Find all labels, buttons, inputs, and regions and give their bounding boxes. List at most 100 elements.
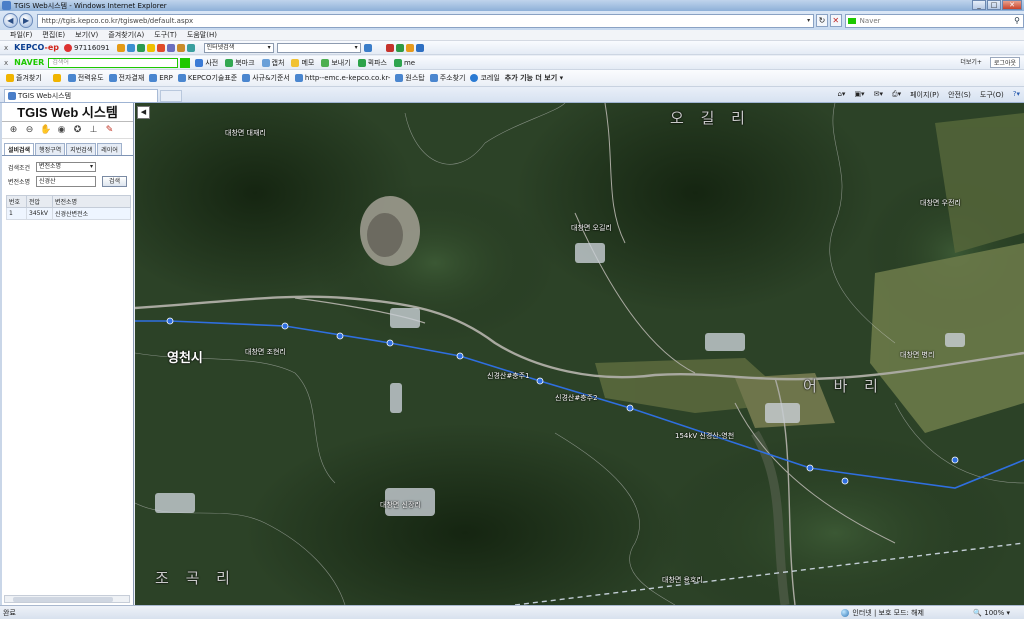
pan-hand-icon[interactable]: ✋ [40, 125, 51, 136]
toolbar-icons-group[interactable] [116, 43, 197, 52]
tools-menu[interactable]: 도구(O) [980, 90, 1004, 100]
label-yongri: 대창면 용호리 [662, 576, 703, 584]
mail-icon[interactable] [176, 43, 185, 52]
close-toolbar-icon[interactable]: x [4, 44, 8, 52]
search-icon[interactable]: ⚲ [1014, 16, 1020, 25]
phone-item[interactable]: 97116091 [64, 43, 110, 52]
naver-search-input[interactable]: 검색어 [48, 57, 179, 68]
new-tab-button[interactable] [160, 90, 182, 102]
search-button[interactable]: 검색 [102, 176, 127, 187]
back-button[interactable]: ◀ [3, 13, 18, 28]
internet-search-select[interactable]: 인터넷검색 [203, 42, 274, 53]
menu-tools[interactable]: 도구(T) [154, 30, 177, 40]
stop-icon[interactable]: ✕ [829, 14, 842, 27]
chevron-down-icon[interactable]: ▾ [807, 17, 810, 24]
tab-layer[interactable]: 레이어 [97, 143, 122, 155]
app-icon-orange[interactable] [405, 43, 414, 52]
identify-icon[interactable]: ✪ [72, 125, 83, 136]
web-search-input[interactable]: Naver ⚲ [844, 13, 1024, 28]
tab-admin-area[interactable]: 행정구역 [35, 143, 66, 155]
fav-more-addons[interactable]: 추가 기능 더 보기 ▾ [505, 73, 563, 83]
fav-item-4[interactable]: 사규&기준서 [242, 73, 290, 83]
col-substation: 변전소명 [52, 195, 131, 208]
tab-lot-search[interactable]: 지번검색 [66, 143, 97, 155]
safety-menu[interactable]: 안전(S) [948, 90, 971, 100]
print-cmd-icon[interactable]: ⎙▾ [892, 90, 901, 100]
internet-zone-icon [841, 608, 850, 617]
maximize-button[interactable]: □ [987, 0, 1001, 10]
cell-voltage: 345kV [26, 207, 53, 220]
address-bar[interactable]: http://tgis.kepco.co.kr/tgisweb/default.… [37, 13, 815, 28]
magnifier-icon[interactable] [363, 43, 372, 52]
more-link[interactable]: 더보기+ [960, 57, 982, 68]
toolbar-icons-right[interactable] [363, 43, 426, 52]
full-extent-icon[interactable]: ◉ [56, 125, 67, 136]
plus-icon[interactable] [116, 43, 125, 52]
mail-cmd-icon[interactable]: ✉▾ [874, 90, 883, 100]
address-url: http://tgis.kepco.co.kr/tgisweb/default.… [41, 16, 194, 25]
naver-send[interactable]: 보내기 [321, 58, 351, 68]
feeds-cmd-icon[interactable]: ▣▾ [854, 90, 864, 100]
naver-search-button[interactable] [180, 57, 191, 68]
kepco-logo[interactable]: KEPCO-ep [14, 43, 59, 52]
satellite-map[interactable]: ◀ 대창면 대재리 오 길 리 대창면 오길리 대창면 우전리 영천시 대창면 … [135, 103, 1024, 605]
close-naver-toolbar-icon[interactable]: x [4, 59, 8, 67]
refresh-icon[interactable]: ↻ [816, 14, 828, 27]
zoom-out-icon[interactable]: ⊖ [24, 125, 35, 136]
fav-item-5[interactable]: http--emc.e-kepco.co.kr- [294, 74, 390, 82]
home-cmd-icon[interactable]: ⌂▾ [837, 90, 845, 100]
naver-bookmark[interactable]: 북마크 [225, 58, 255, 68]
table-row[interactable]: 1 345kV 신경산변전소 [6, 207, 131, 220]
fav-item-0[interactable]: 전력유도 [67, 73, 104, 83]
collapse-panel-button[interactable]: ◀ [137, 106, 150, 119]
minimize-button[interactable]: _ [972, 0, 986, 10]
settings-icon[interactable] [186, 43, 195, 52]
fav-item-1[interactable]: 전자결재 [108, 73, 144, 83]
excel-icon[interactable] [395, 43, 404, 52]
tools-icon[interactable] [166, 43, 175, 52]
fav-item-8[interactable]: 코레일 [470, 73, 500, 83]
browser-tab[interactable]: TGIS Web시스템 [4, 88, 158, 102]
menu-view[interactable]: 보기(V) [75, 30, 98, 40]
substation-name-input[interactable]: 신경산 [36, 176, 96, 187]
naver-me[interactable]: me [393, 58, 415, 67]
app-icon-blue[interactable] [415, 43, 424, 52]
security-zone[interactable]: 인터넷 | 보호 모드: 해제 [841, 608, 924, 618]
naver-capture[interactable]: 캡처 [261, 58, 284, 68]
zoom-in-icon[interactable]: ⊕ [8, 125, 19, 136]
naver-memo[interactable]: 메모 [291, 58, 314, 68]
measure-icon[interactable]: ⊥ [88, 125, 99, 136]
app-icon-red[interactable] [385, 43, 394, 52]
favorites-button[interactable]: 즐겨찾기 [6, 73, 42, 83]
condition-select[interactable]: 변전소명 [36, 162, 96, 172]
menu-favorites[interactable]: 즐겨찾기(A) [108, 30, 144, 40]
home-icon[interactable] [126, 43, 135, 52]
naver-logo[interactable]: NAVER [14, 58, 44, 67]
close-window-button[interactable]: ✕ [1002, 0, 1022, 10]
add-favorite-icon[interactable] [47, 74, 63, 82]
logout-button[interactable]: 로그아웃 [989, 57, 1020, 68]
menu-help[interactable]: 도움말(H) [187, 30, 217, 40]
fav-item-2[interactable]: ERP [149, 74, 173, 82]
zoom-level[interactable]: 🔍 100% ▾ [973, 609, 1010, 617]
star-icon[interactable] [146, 43, 155, 52]
menu-file[interactable]: 파일(F) [10, 30, 32, 40]
fav-item-6[interactable]: 원스탑 [395, 73, 425, 83]
search-text-select[interactable] [276, 42, 361, 53]
naver-dict[interactable]: 사전 [195, 58, 218, 68]
feed-icon[interactable] [156, 43, 165, 52]
clear-icon[interactable]: ✎ [104, 125, 115, 136]
page-menu[interactable]: 페이지(P) [910, 90, 939, 100]
fav-item-7[interactable]: 주소찾기 [429, 73, 465, 83]
forward-button[interactable]: ▶ [18, 13, 34, 28]
horizontal-scrollbar[interactable] [4, 595, 130, 603]
menu-edit[interactable]: 편집(E) [42, 30, 65, 40]
tab-facility-search[interactable]: 설비검색 [4, 143, 35, 155]
naver-toolbar: x NAVER 검색어 사전 북마크 캡처 메모 보내기 퀵파스 me 더보기+… [0, 56, 1024, 70]
help-cmd-icon[interactable]: ?▾ [1013, 90, 1020, 100]
results-table: 번호 전압 변전소명 1 345kV 신경산변전소 [6, 195, 131, 220]
naver-quickpass[interactable]: 퀵파스 [357, 58, 387, 68]
map-tools: ⊕ ⊖ ✋ ◉ ✪ ⊥ ✎ [2, 122, 133, 139]
globe-icon[interactable] [136, 43, 145, 52]
fav-item-3[interactable]: KEPCO기술표준 [177, 73, 237, 83]
